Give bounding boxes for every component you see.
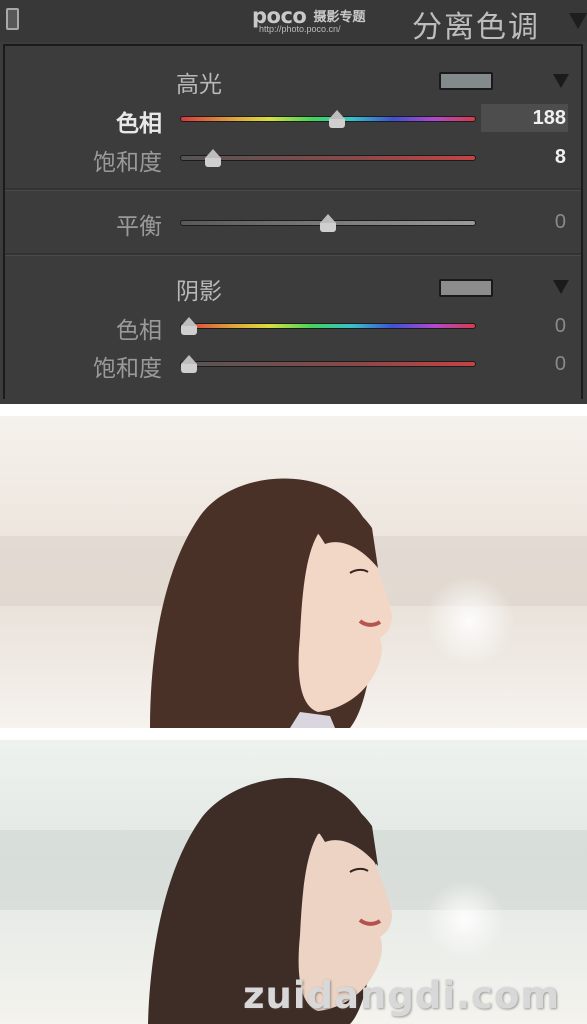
highlights-hue-value[interactable]: 188 [506,107,566,130]
shadows-hue-value[interactable]: 0 [506,315,566,338]
highlights-color-swatch[interactable] [439,72,493,90]
highlights-saturation-slider[interactable] [180,155,476,161]
shadows-hue-slider-thumb[interactable] [180,317,197,335]
balance-slider-thumb[interactable] [320,214,336,232]
shadows-saturation-slider[interactable] [180,361,476,367]
highlights-hue-slider-thumb[interactable] [328,110,345,128]
shadows-saturation-label: 饱和度 [93,356,162,382]
logo-subtitle: 摄影专题 [313,10,366,25]
section-divider [5,188,581,191]
highlights-label: 高光 [176,72,222,98]
watermark-text: zuidangdi.com [243,974,560,1017]
shadows-hue-slider[interactable] [180,323,476,329]
section-divider [5,253,581,256]
balance-value[interactable]: 0 [506,211,566,234]
shadows-saturation-value[interactable]: 0 [506,353,566,376]
shadows-picker-triangle-icon[interactable] [553,280,569,294]
highlights-saturation-label: 饱和度 [93,150,162,176]
highlights-picker-triangle-icon[interactable] [553,74,569,88]
panel-header: poco 摄影专题 http://photo.poco.cn/ 分离色调 [0,0,587,45]
shadows-label: 阴影 [176,279,222,305]
balance-label: 平衡 [116,214,162,240]
panel-title: 分离色调 [412,10,540,45]
shadows-saturation-slider-thumb[interactable] [180,355,197,373]
photo-before [0,416,587,728]
highlights-hue-label: 色相 [116,111,162,137]
panel-collapse-triangle-icon[interactable] [569,13,587,29]
shadows-hue-label: 色相 [116,318,162,344]
logo-url: http://photo.poco.cn/ [259,24,341,34]
split-toning-panel: poco 摄影专题 http://photo.poco.cn/ 分离色调 高光 … [0,0,587,404]
panel-toggle-icon[interactable] [6,8,19,30]
highlights-saturation-value[interactable]: 8 [506,146,566,169]
shadows-color-swatch[interactable] [439,279,493,297]
highlights-saturation-slider-thumb[interactable] [204,149,221,167]
portrait-image-before [0,416,587,728]
